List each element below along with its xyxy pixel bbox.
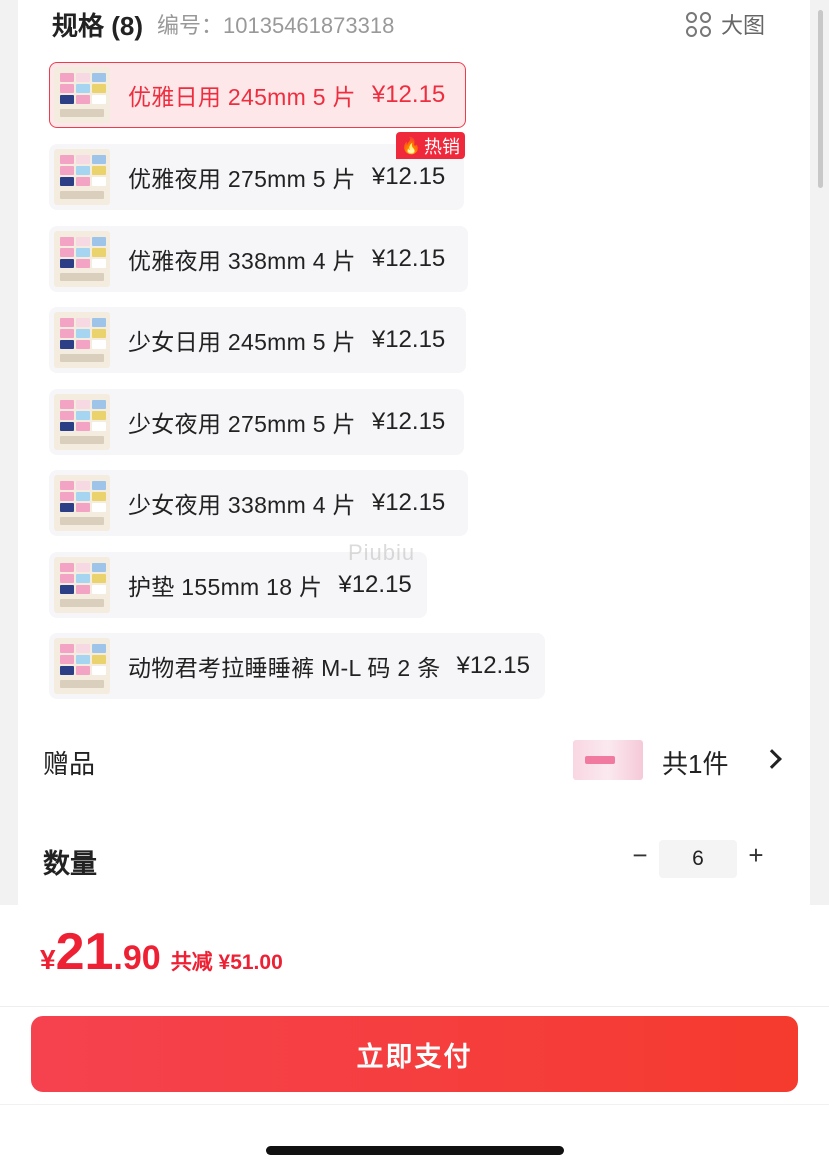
- spec-item-label: 优雅夜用 338mm 4 片: [128, 248, 356, 274]
- spec-item-price: ¥12.15: [371, 326, 446, 353]
- spec-item-price: ¥12.15: [371, 81, 446, 108]
- product-thumbnail: [54, 312, 110, 368]
- divider: [0, 1104, 829, 1105]
- big-image-label: 大图: [721, 13, 766, 38]
- product-thumbnail: [54, 67, 110, 123]
- chevron-right-icon: [762, 749, 782, 769]
- spec-panel: 规格 (8) 编号：10135461873318 大图 优雅日用 245mm 5…: [0, 0, 829, 905]
- product-thumbnail: [54, 149, 110, 205]
- discount-text: 共减 ¥51.00: [170, 951, 283, 974]
- product-thumbnail: [54, 557, 110, 613]
- grid-icon: [686, 11, 711, 37]
- spec-item[interactable]: 优雅夜用 338mm 4 片 ¥12.15: [49, 226, 468, 292]
- quantity-input[interactable]: 6: [659, 840, 737, 878]
- total-price: ¥ 21 .90 共减 ¥51.00: [40, 926, 283, 978]
- product-code: 编号：10135461873318: [157, 13, 395, 38]
- spec-item-label: 护垫 155mm 18 片: [128, 574, 323, 600]
- spec-item-label: 优雅日用 245mm 5 片: [128, 84, 356, 110]
- flame-icon: 🔥: [401, 137, 421, 155]
- spec-item[interactable]: 少女夜用 338mm 4 片 ¥12.15: [49, 470, 468, 536]
- big-image-toggle[interactable]: 大图: [686, 8, 765, 40]
- spec-item-price: ¥12.15: [371, 163, 446, 190]
- divider: [0, 1006, 829, 1007]
- spec-item[interactable]: 少女日用 245mm 5 片 ¥12.15: [49, 307, 466, 373]
- spec-item[interactable]: 少女夜用 275mm 5 片 ¥12.15: [49, 389, 464, 455]
- gift-row[interactable]: 赠品 共1件: [43, 736, 793, 786]
- spec-header: 规格 (8) 编号：10135461873318: [52, 6, 394, 42]
- spec-title: 规格 (8): [52, 10, 144, 41]
- quantity-label: 数量: [43, 849, 97, 879]
- currency-symbol: ¥: [40, 944, 56, 975]
- spec-item-label: 少女日用 245mm 5 片: [128, 329, 356, 355]
- quantity-increase-button[interactable]: +: [745, 840, 767, 871]
- gift-label: 赠品: [43, 749, 96, 779]
- scrollbar[interactable]: [818, 10, 823, 188]
- gift-thumbnail: [573, 740, 643, 780]
- spec-item-label: 优雅夜用 275mm 5 片: [128, 166, 356, 192]
- spec-item-price: ¥12.15: [371, 245, 446, 272]
- spec-item[interactable]: 动物君考拉睡睡裤 M-L 码 2 条 ¥12.15: [49, 633, 545, 699]
- price-integer: 21: [55, 923, 114, 981]
- spec-item-price: ¥12.15: [456, 652, 530, 679]
- product-thumbnail: [54, 231, 110, 287]
- hot-badge: 🔥 热销: [396, 132, 465, 159]
- price-decimal: .90: [113, 939, 161, 977]
- pay-now-button[interactable]: 立即支付: [31, 1016, 798, 1092]
- hot-badge-label: 热销: [423, 136, 460, 157]
- product-thumbnail: [54, 638, 110, 694]
- spec-item[interactable]: 优雅日用 245mm 5 片 ¥12.15: [49, 62, 466, 128]
- product-thumbnail: [54, 475, 110, 531]
- spec-item-label: 少女夜用 338mm 4 片: [128, 492, 356, 518]
- spec-item-label: 动物君考拉睡睡裤 M-L 码 2 条: [128, 655, 441, 681]
- spec-item-label: 少女夜用 275mm 5 片: [128, 411, 356, 437]
- home-indicator[interactable]: [266, 1146, 564, 1155]
- product-thumbnail: [54, 394, 110, 450]
- gift-count: 共1件: [662, 749, 729, 779]
- watermark: Piubiu: [348, 540, 416, 565]
- quantity-decrease-button[interactable]: −: [629, 840, 651, 871]
- spec-item-price: ¥12.15: [371, 489, 446, 516]
- spec-item-price: ¥12.15: [338, 571, 412, 598]
- quantity-row: 数量 − 6 +: [43, 836, 793, 882]
- spec-item-price: ¥12.15: [371, 408, 446, 435]
